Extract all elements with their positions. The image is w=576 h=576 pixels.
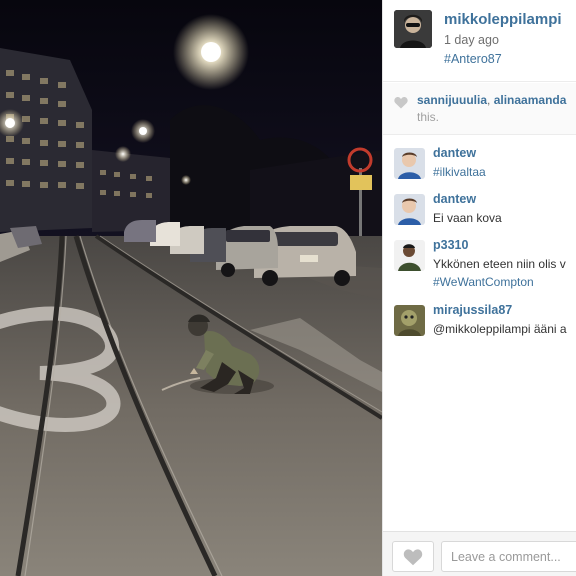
comment-text: Ei vaan kova (433, 211, 502, 225)
comment-username[interactable]: dantew (433, 146, 476, 160)
liker-link[interactable]: sannijuuulia (417, 93, 487, 107)
heart-icon (394, 97, 408, 109)
comment-bar (383, 531, 576, 576)
night-street-photo (0, 0, 382, 576)
liker-separator: , (487, 93, 491, 107)
comment-hashtag[interactable]: #WeWantCompton (433, 275, 534, 289)
commenter-avatar[interactable] (394, 305, 425, 336)
comment-input[interactable] (441, 541, 576, 572)
commenter-avatar[interactable] (394, 148, 425, 179)
liker-link[interactable]: alinaamanda (494, 93, 567, 107)
author-avatar[interactable] (394, 10, 432, 48)
post-timestamp: 1 day ago (444, 33, 499, 47)
likes-section: sannijuuulia, alinaamanda this. (383, 83, 576, 135)
comment-item: p3310 Ykkönen eteen niin olis v #WeWantC… (383, 236, 576, 294)
commenter-avatar[interactable] (394, 240, 425, 271)
heart-icon (403, 548, 423, 565)
post-hashtag[interactable]: #Antero87 (444, 52, 502, 66)
comment-item: dantew Ei vaan kova (383, 190, 576, 230)
author-username[interactable]: mikkoleppilampi (444, 11, 562, 28)
comment-text: @mikkoleppilampi ääni a (433, 322, 567, 336)
comment-username[interactable]: mirajussila87 (433, 303, 512, 317)
likes-suffix: this. (417, 110, 440, 124)
comment-text: Ykkönen eteen niin olis v (433, 257, 566, 271)
comment-item: dantew #ilkivaltaa (383, 144, 576, 184)
post-sidebar: mikkoleppilampi 1 day ago #Antero87 sann… (382, 0, 576, 576)
comment-username[interactable]: p3310 (433, 238, 468, 252)
comment-username[interactable]: dantew (433, 192, 476, 206)
commenter-avatar[interactable] (394, 194, 425, 225)
post-header: mikkoleppilampi 1 day ago #Antero87 (383, 0, 576, 82)
likers-list: sannijuuulia, alinaamanda (417, 93, 566, 107)
post-photo[interactable] (0, 0, 382, 576)
comment-item: mirajussila87 @mikkoleppilampi ääni a (383, 301, 576, 341)
like-button[interactable] (392, 541, 434, 572)
comment-text[interactable]: #ilkivaltaa (433, 165, 486, 179)
